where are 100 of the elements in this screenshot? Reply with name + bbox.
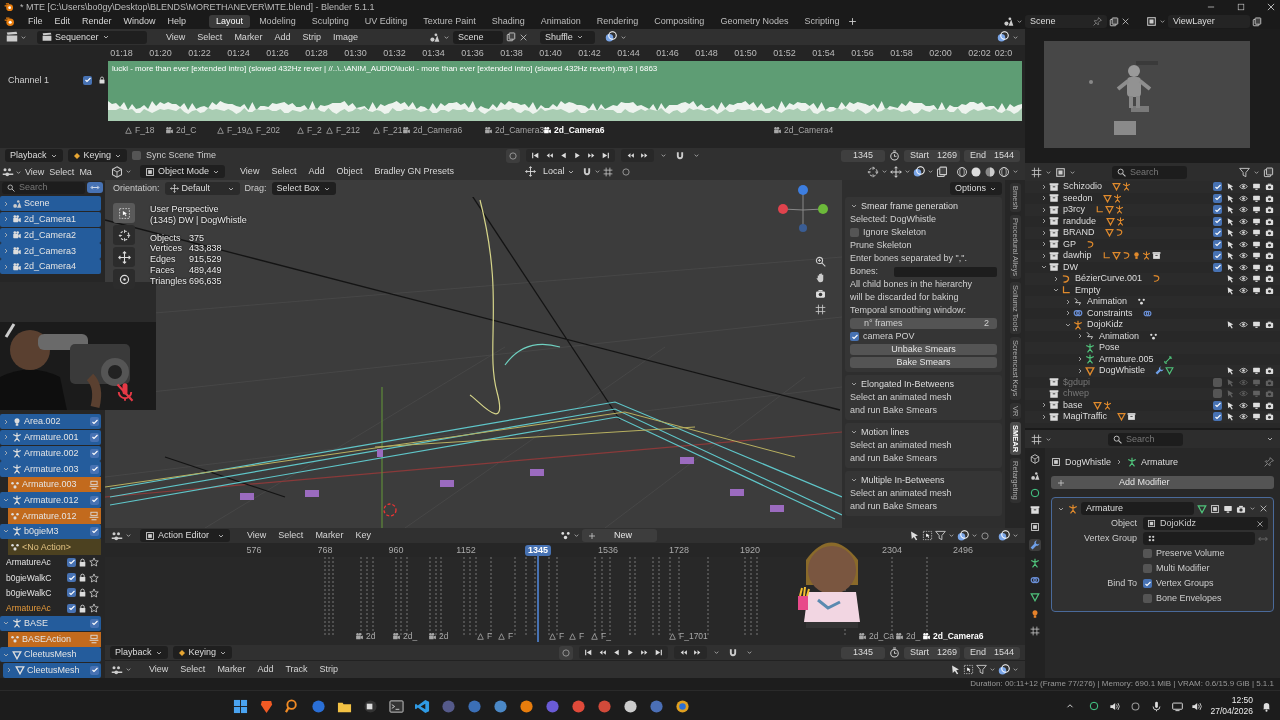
end-frame-field[interactable]: End 1544 [964,646,1020,659]
timeline-marker[interactable]: 2d_Camera6 [402,125,463,136]
channel-row[interactable]: 2d_Camera3 [0,243,101,259]
panel-button[interactable]: Bake Smears [850,357,997,368]
timeline-marker[interactable]: 2d [428,631,449,642]
outliner-row[interactable]: Animation [1025,330,1280,342]
panel-header[interactable]: Elongated In-Betweens [850,377,997,391]
menu-item[interactable]: Ma [77,166,94,178]
timeline-marker[interactable]: F [568,631,585,642]
drag-dropdown[interactable]: Select Box [271,182,336,195]
channel-row[interactable]: Armature.002 [0,445,101,461]
keying-dropdown[interactable]: Keying [172,646,233,659]
timeline-marker[interactable]: 2d_Ca [858,631,895,642]
scene-field[interactable]: Scene [1025,15,1107,28]
timeline-marker[interactable]: 2d_ [392,631,418,642]
search-field[interactable]: Search [2,181,85,194]
menu-item[interactable]: File [23,16,48,27]
menu-item[interactable]: Marker [212,664,251,675]
channel-row[interactable]: Armature.001 [0,429,101,446]
new-action-button[interactable]: New [581,529,657,542]
add-modifier-button[interactable]: Add Modifier [1051,476,1274,489]
menu-item[interactable]: Select [273,530,309,541]
menu-item[interactable]: Image [327,31,363,43]
workspace-tab[interactable]: Texture Paint [416,15,483,28]
scene-field[interactable]: Scene [453,30,503,44]
workspace-tab[interactable]: Animation [533,15,588,28]
menu-item[interactable]: Track [280,664,313,675]
timeline-marker[interactable]: F [548,631,565,642]
search-field[interactable]: Search [1108,432,1183,446]
workspace-tab[interactable]: Shading [484,15,532,28]
outliner-row[interactable]: seedon [1025,192,1280,204]
menu-item[interactable]: View [144,664,174,675]
timeline-marker[interactable]: F [497,631,514,642]
mode-dropdown[interactable]: Object Mode [140,165,226,178]
menu-item[interactable]: Bradley GN Presets [369,166,459,177]
timeline-marker[interactable]: F [476,631,493,642]
channel-row[interactable]: Armature.012 [0,492,101,508]
workspace-tab[interactable]: Geometry Nodes [713,15,796,28]
timeline-marker[interactable]: F_19 [216,125,247,136]
number-field[interactable]: n° frames 2 [850,318,997,329]
channel-row[interactable]: 2d_Camera1 [0,211,101,228]
outliner-row[interactable]: base [1025,399,1280,411]
timeline-marker[interactable]: 2d_Camera4 [773,125,834,136]
menu-item[interactable]: View [235,166,265,177]
channel-row[interactable]: CleetusMesh [3,662,101,678]
channel-row[interactable]: Armature.003 [0,461,101,477]
breadcrumb-item[interactable]: Armature [1141,456,1179,468]
menu-item[interactable]: Add [252,664,279,675]
menu-item[interactable]: Add [303,166,330,177]
keying-dropdown[interactable]: Keying [67,149,128,162]
outliner-row[interactable]: randude [1025,215,1280,227]
menu-item[interactable]: Marker [229,31,268,43]
menu-item[interactable]: Window [118,16,161,27]
playback-dropdown[interactable]: Playback [5,149,63,162]
timeline-marker[interactable]: 2d [355,631,376,642]
start-frame-field[interactable]: Start 1269 [904,149,960,162]
outliner-row[interactable]: Empty [1025,284,1280,296]
panel-header[interactable]: Motion lines [850,425,997,439]
outliner-row[interactable]: GP [1025,238,1280,250]
menu-item[interactable]: Edit [49,16,76,27]
menu-item[interactable]: Strip [297,31,326,43]
workspace-tab[interactable]: Sculpting [304,15,356,28]
workspace-tab[interactable]: Layout [209,15,251,28]
channel-row[interactable]: 2d_Camera2 [0,227,101,243]
timeline-marker[interactable]: 2d_Camera6 [543,125,605,136]
modifier-name-field[interactable]: Armature [1081,502,1194,515]
timeline-marker[interactable]: F_18 [124,125,155,136]
timeline-marker[interactable]: 2d_Camera6 [922,631,984,642]
menu-item[interactable]: View [161,31,191,43]
workspace-tab[interactable]: Modeling [252,15,303,28]
menu-item[interactable]: Help [162,16,192,27]
timeline-marker[interactable]: F_21 [372,125,403,136]
menu-item[interactable]: Key [350,530,376,541]
workspace-tab[interactable]: Rendering [589,15,646,28]
channel-row[interactable]: Scene [0,196,101,212]
menu-item[interactable]: Marker [310,530,349,541]
menu-item[interactable]: Add [269,31,296,43]
channel-row[interactable]: 2d_Camera4 [0,259,101,275]
timeline-marker[interactable]: F_212 [325,125,361,136]
orientation-dropdown[interactable]: Default [164,182,240,195]
breadcrumb-item[interactable]: DogWhistle [1065,456,1111,468]
timeline-marker[interactable]: 2d_C [165,125,197,136]
workspace-tab[interactable]: Compositing [647,15,712,28]
panel-header[interactable]: Smear frame generation [850,199,997,213]
menu-item[interactable]: Select [266,166,302,177]
timeline-marker[interactable]: 2d_ [895,631,921,642]
start-frame-field[interactable]: Start 1269 [904,646,960,659]
workspace-tab[interactable]: UV Editing [357,15,415,28]
end-frame-field[interactable]: End 1544 [964,149,1020,162]
editor-dropdown[interactable]: Sequencer [37,30,147,44]
pivot-dropdown[interactable]: Local [537,165,581,178]
editor-dropdown[interactable]: Action Editor [140,529,230,542]
menu-item[interactable]: Render [77,16,117,27]
current-frame-field[interactable]: 1345 [841,646,885,659]
timeline-marker[interactable]: F_2 [296,125,322,136]
panel-button[interactable]: Unbake Smears [850,344,997,355]
search-field[interactable]: Search [1112,165,1187,179]
options-dropdown[interactable]: Options [949,182,1002,195]
menu-item[interactable]: Strip [314,664,344,675]
outliner-row[interactable]: Constraints [1025,307,1280,319]
